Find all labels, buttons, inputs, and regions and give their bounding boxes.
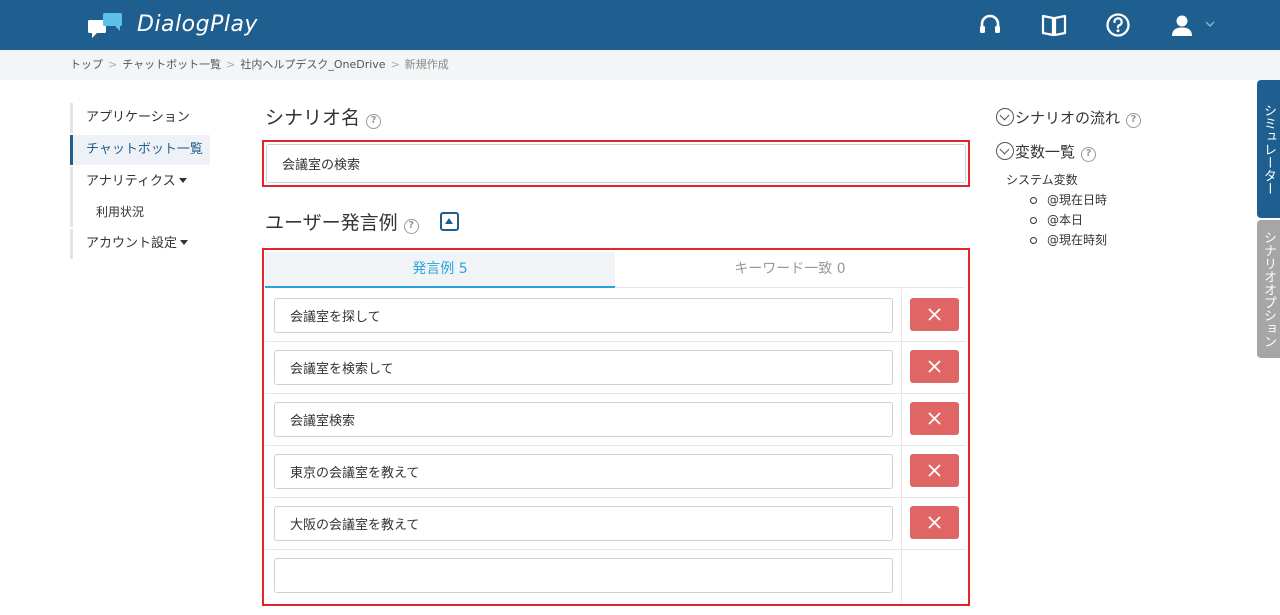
top-navigation-bar: DialogPlay	[0, 0, 1280, 50]
close-icon	[928, 308, 941, 321]
help-icon[interactable]	[1105, 12, 1131, 38]
tab-utterance-examples[interactable]: 発言例 5	[265, 252, 615, 288]
close-icon	[928, 360, 941, 373]
breadcrumb-top[interactable]: トップ	[70, 58, 103, 71]
list-item: @現在時刻	[1030, 230, 1107, 250]
delete-button[interactable]	[910, 402, 959, 435]
delete-button[interactable]	[910, 454, 959, 487]
new-utterance-input[interactable]	[274, 558, 893, 593]
scenario-options-tab[interactable]: シナリオオプション	[1257, 220, 1280, 358]
app-brand[interactable]: DialogPlay	[137, 10, 258, 40]
close-icon	[928, 412, 941, 425]
breadcrumb-separator: >	[108, 58, 118, 71]
row-divider	[265, 445, 966, 446]
utterance-heading: ユーザー発言例?	[265, 211, 419, 235]
book-icon[interactable]	[1041, 12, 1067, 38]
breadcrumb-bar: トップ > チャットボット一覧 > 社内ヘルプデスク_OneDrive > 新規作成	[0, 50, 1280, 80]
scenario-name-heading: シナリオ名?	[265, 106, 382, 130]
sidebar-item-label: アナリティクス	[86, 174, 176, 189]
scenario-name-label: シナリオ名	[265, 107, 361, 129]
user-icon[interactable]	[1169, 12, 1195, 38]
utterance-input[interactable]: 東京の会議室を教えて	[274, 454, 893, 489]
headset-icon[interactable]	[977, 12, 1003, 38]
breadcrumb-chatbot-list[interactable]: チャットボット一覧	[122, 58, 221, 71]
row-divider	[265, 341, 966, 342]
row-divider	[265, 549, 966, 550]
sidebar-item-chatbot-list[interactable]: チャットボット一覧	[70, 135, 210, 165]
breadcrumb-separator: >	[390, 58, 400, 71]
user-menu-chevron-icon[interactable]	[1205, 19, 1215, 29]
chat-bubbles-logo-icon	[88, 13, 122, 38]
breadcrumb-current: 新規作成	[404, 58, 449, 71]
column-divider	[901, 289, 902, 603]
utterance-input[interactable]: 会議室を検索して	[274, 350, 893, 385]
breadcrumb: トップ > チャットボット一覧 > 社内ヘルプデスク_OneDrive > 新規作成	[70, 58, 449, 72]
list-item: @現在日時	[1030, 190, 1107, 210]
caret-down-icon	[178, 178, 187, 183]
collapse-toggle-icon[interactable]	[440, 212, 459, 231]
help-icon[interactable]: ?	[1081, 147, 1097, 162]
variable-list-label: 変数一覧	[1015, 143, 1076, 161]
sidebar-item-analytics[interactable]: アナリティクス	[70, 167, 210, 197]
help-icon[interactable]: ?	[403, 219, 419, 234]
scenario-flow-toggle[interactable]: シナリオの流れ?	[996, 108, 1142, 128]
delete-button[interactable]	[910, 506, 959, 539]
utterance-input[interactable]: 大阪の会議室を教えて	[274, 506, 893, 541]
row-divider	[265, 497, 966, 498]
variable-list-toggle[interactable]: 変数一覧?	[996, 142, 1097, 162]
sidebar-item-applications[interactable]: アプリケーション	[70, 103, 210, 133]
delete-button[interactable]	[910, 298, 959, 331]
row-divider	[265, 393, 966, 394]
sidebar-item-label: チャットボット一覧	[86, 142, 203, 157]
sidebar: アプリケーション チャットボット一覧 アナリティクス 利用状況 アカウント設定	[70, 103, 210, 259]
delete-button[interactable]	[910, 350, 959, 383]
close-icon	[928, 464, 941, 477]
utterance-heading-label: ユーザー発言例	[265, 212, 398, 234]
close-icon	[928, 516, 941, 529]
chevron-down-icon	[996, 108, 1014, 126]
help-icon[interactable]: ?	[366, 114, 382, 129]
scenario-flow-label: シナリオの流れ	[1015, 109, 1121, 127]
sidebar-item-label: 利用状況	[96, 205, 145, 219]
breadcrumb-bot[interactable]: 社内ヘルプデスク_OneDrive	[240, 58, 385, 71]
scenario-name-input[interactable]: 会議室の検索	[266, 144, 966, 183]
utterance-input[interactable]: 会議室を探して	[274, 298, 893, 333]
breadcrumb-separator: >	[226, 58, 236, 71]
sidebar-item-label: アカウント設定	[86, 236, 178, 251]
help-icon[interactable]: ?	[1126, 113, 1142, 128]
list-item: @本日	[1030, 210, 1107, 230]
simulator-tab[interactable]: シミュレーター	[1257, 80, 1280, 218]
chevron-down-icon	[996, 142, 1014, 160]
caret-down-icon	[180, 240, 189, 245]
tab-keyword-match[interactable]: キーワード一致 0	[615, 252, 965, 288]
system-variables-title: システム変数	[1006, 173, 1078, 187]
sidebar-item-label: アプリケーション	[86, 110, 190, 125]
system-variables: システム変数 @現在日時 @本日 @現在時刻	[1006, 170, 1107, 250]
sidebar-item-usage[interactable]: 利用状況	[70, 197, 210, 227]
sidebar-item-account-settings[interactable]: アカウント設定	[70, 229, 210, 259]
utterance-input[interactable]: 会議室検索	[274, 402, 893, 437]
